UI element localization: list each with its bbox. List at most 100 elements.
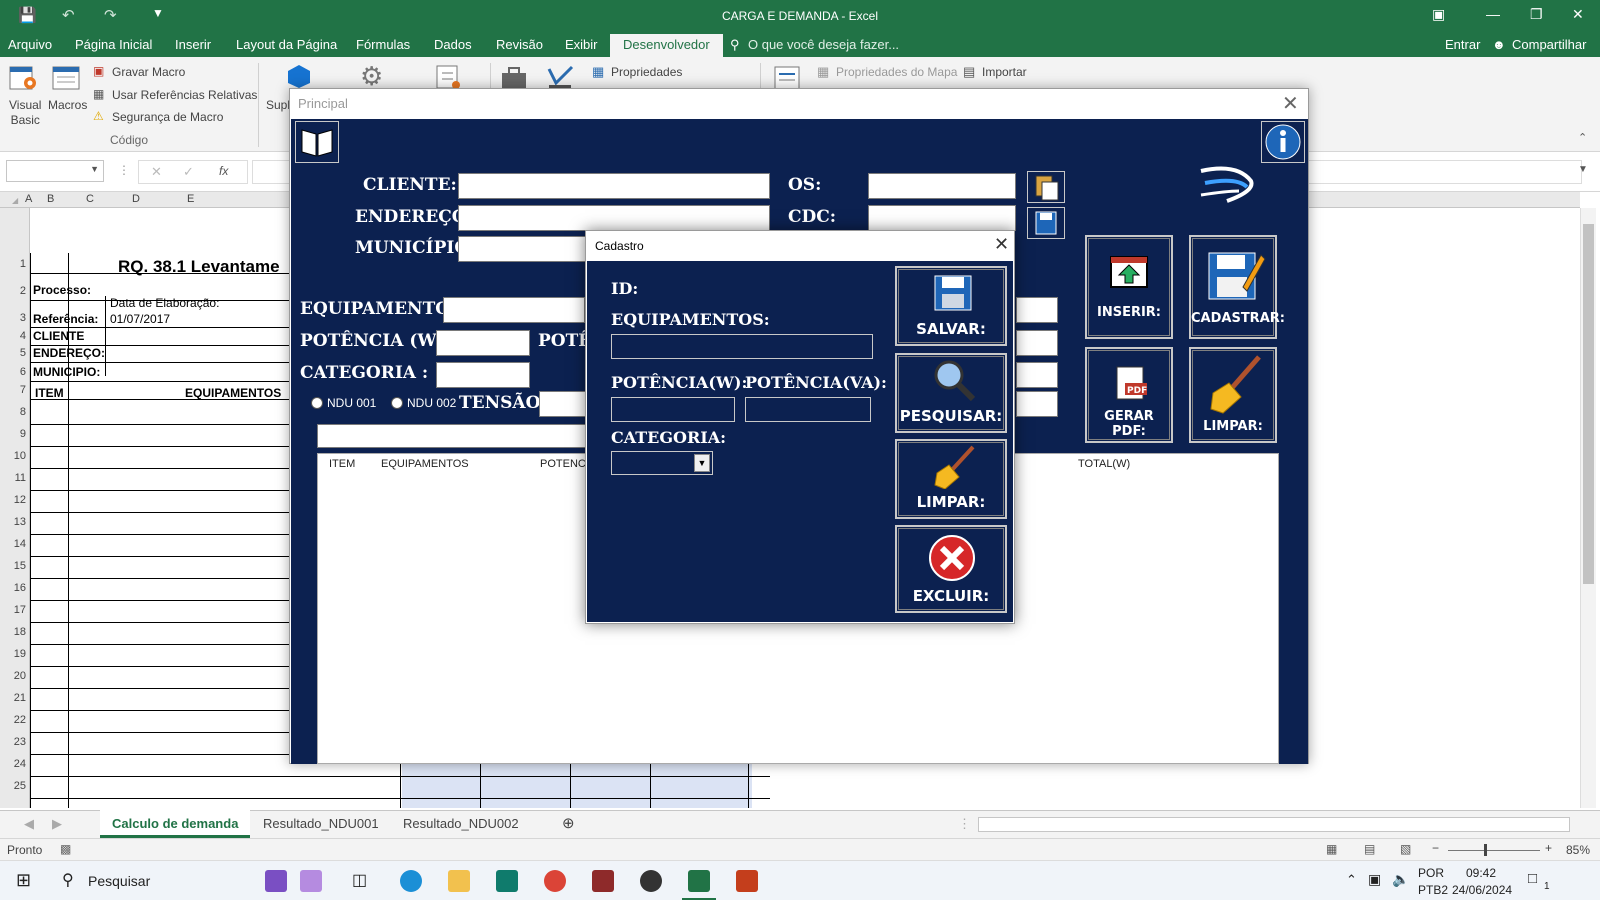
close-window-icon[interactable]: ✕ bbox=[1572, 6, 1584, 23]
principal-close-icon[interactable]: ✕ bbox=[1282, 91, 1299, 116]
limpar-button[interactable]: LIMPAR: bbox=[895, 439, 1007, 519]
page-break-view-icon[interactable]: ▧ bbox=[1400, 842, 1411, 856]
visual-basic-icon[interactable] bbox=[8, 63, 40, 93]
list-header-item[interactable]: ITEM bbox=[329, 458, 355, 470]
tab-exibir[interactable]: Exibir bbox=[565, 37, 598, 52]
inserir-button[interactable]: INSERIR: bbox=[1085, 235, 1173, 339]
media-player-icon[interactable] bbox=[640, 870, 662, 892]
network-icon[interactable]: ▣ bbox=[1368, 871, 1381, 888]
name-box[interactable]: ▼ bbox=[6, 160, 104, 182]
tab-revisao[interactable]: Revisão bbox=[496, 37, 543, 52]
restore-icon[interactable]: ❐ bbox=[1530, 6, 1543, 23]
radio-ndu002[interactable] bbox=[391, 397, 403, 409]
zoom-slider[interactable] bbox=[1448, 850, 1540, 851]
import-button[interactable]: Importar bbox=[982, 65, 1027, 79]
row-header[interactable]: 23 bbox=[0, 736, 26, 748]
sheet-tab-resultado-ndu002[interactable]: Resultado_NDU002 bbox=[403, 816, 519, 831]
cadastrar-button[interactable]: CADASTRAR: bbox=[1189, 235, 1285, 339]
sign-in-link[interactable]: Entrar bbox=[1445, 37, 1480, 52]
app-icon[interactable] bbox=[496, 870, 518, 892]
row-header[interactable]: 15 bbox=[0, 560, 26, 572]
column-header-b[interactable]: B bbox=[47, 193, 54, 205]
macros-button[interactable]: Macros bbox=[48, 98, 87, 112]
task-view-icon[interactable]: ◫ bbox=[352, 870, 367, 890]
os-input[interactable] bbox=[868, 173, 1016, 199]
column-header-e[interactable]: E bbox=[187, 193, 194, 205]
volume-icon[interactable]: 🔈 bbox=[1392, 871, 1409, 888]
tell-me-search[interactable]: O que você deseja fazer... bbox=[748, 37, 899, 52]
design-mode-icon[interactable] bbox=[546, 63, 576, 91]
column-header-d[interactable]: D bbox=[132, 193, 140, 205]
tab-layout-pagina[interactable]: Layout da Página bbox=[236, 37, 337, 52]
notification-icon[interactable]: □ bbox=[1528, 870, 1537, 887]
info-icon[interactable] bbox=[1261, 121, 1305, 163]
row-header[interactable]: 25 bbox=[0, 780, 26, 792]
addins-icon[interactable] bbox=[286, 63, 312, 89]
visual-basic-button[interactable]: Visual Basic bbox=[9, 98, 41, 128]
zoom-slider-thumb[interactable] bbox=[1484, 844, 1487, 856]
gerar-pdf-button[interactable]: PDF GERAR PDF: bbox=[1085, 347, 1173, 443]
row-header[interactable]: 20 bbox=[0, 670, 26, 682]
prev-sheet-icon[interactable]: ◀ bbox=[24, 816, 34, 832]
endereco-input[interactable] bbox=[458, 205, 770, 231]
right-input-3[interactable] bbox=[1016, 362, 1058, 388]
equipamentos-input[interactable] bbox=[443, 297, 585, 323]
winrar-icon[interactable] bbox=[592, 870, 614, 892]
cdc-input[interactable] bbox=[868, 205, 1016, 231]
map-properties-button[interactable]: Propriedades do Mapa bbox=[836, 65, 957, 79]
minimize-icon[interactable]: — bbox=[1486, 6, 1500, 22]
row-header[interactable]: 8 bbox=[0, 406, 26, 418]
zoom-out-icon[interactable]: − bbox=[1432, 841, 1439, 855]
share-button[interactable]: Compartilhar bbox=[1512, 37, 1586, 52]
widget-icon[interactable] bbox=[265, 870, 287, 892]
edge-icon[interactable] bbox=[400, 870, 422, 892]
row-header[interactable]: 24 bbox=[0, 758, 26, 770]
powerpoint-icon[interactable] bbox=[736, 870, 758, 892]
relative-refs-button[interactable]: Usar Referências Relativas bbox=[112, 88, 257, 102]
record-macro-button[interactable]: Gravar Macro bbox=[112, 65, 185, 79]
categoria-input[interactable] bbox=[436, 362, 530, 388]
expand-formula-bar-icon[interactable]: ▼ bbox=[1578, 164, 1588, 175]
list-header-equipamentos[interactable]: EQUIPAMENTOS bbox=[381, 458, 469, 470]
column-header-a[interactable]: A bbox=[25, 193, 32, 205]
filter-input[interactable] bbox=[317, 424, 589, 448]
excel-icon[interactable] bbox=[688, 870, 710, 892]
clock-date[interactable]: 24/06/2024 bbox=[1452, 883, 1512, 897]
row-header[interactable]: 7 bbox=[0, 384, 26, 396]
collapse-ribbon-icon[interactable]: ⌃ bbox=[1578, 131, 1587, 144]
categoria-select[interactable]: ▼ bbox=[611, 451, 713, 475]
excluir-button[interactable]: EXCLUIR: bbox=[895, 525, 1007, 613]
pesquisar-button[interactable]: PESQUISAR: bbox=[895, 353, 1007, 433]
row-header[interactable]: 2 bbox=[0, 285, 26, 297]
cadastro-potencia-w-input[interactable] bbox=[611, 397, 735, 422]
right-input-1[interactable] bbox=[1016, 297, 1058, 323]
tensao-input[interactable] bbox=[539, 391, 589, 417]
keyboard-layout[interactable]: PTB2 bbox=[1418, 883, 1448, 897]
tab-inserir[interactable]: Inserir bbox=[175, 37, 211, 52]
save-small-button[interactable] bbox=[1027, 207, 1065, 239]
checklist-icon[interactable] bbox=[434, 63, 462, 91]
sheet-tab-resultado-ndu001[interactable]: Resultado_NDU001 bbox=[263, 816, 379, 831]
addins-button[interactable]: Supl bbox=[266, 98, 290, 112]
page-layout-view-icon[interactable]: ▤ bbox=[1364, 842, 1375, 856]
row-header[interactable]: 21 bbox=[0, 692, 26, 704]
scrollbar-thumb[interactable] bbox=[1583, 224, 1594, 584]
cadastro-close-icon[interactable]: ✕ bbox=[994, 234, 1009, 255]
macro-security-button[interactable]: Segurança de Macro bbox=[112, 110, 223, 124]
row-header[interactable]: 19 bbox=[0, 648, 26, 660]
tab-desenvolvedor[interactable]: Desenvolvedor bbox=[610, 34, 723, 57]
row-header[interactable]: 11 bbox=[0, 472, 26, 484]
list-header-total[interactable]: TOTAL(W) bbox=[1078, 458, 1130, 470]
next-sheet-icon[interactable]: ▶ bbox=[52, 816, 62, 832]
row-header[interactable]: 6 bbox=[0, 366, 26, 378]
zoom-level[interactable]: 85% bbox=[1566, 843, 1590, 857]
select-all-icon[interactable]: ◢ bbox=[12, 196, 18, 205]
row-header[interactable]: 10 bbox=[0, 450, 26, 462]
right-input-2[interactable] bbox=[1016, 330, 1058, 356]
row-header[interactable]: 22 bbox=[0, 714, 26, 726]
cadastro-potencia-va-input[interactable] bbox=[745, 397, 871, 422]
tab-pagina-inicial[interactable]: Página Inicial bbox=[75, 37, 152, 52]
file-explorer-icon[interactable] bbox=[448, 870, 470, 892]
vertical-scrollbar[interactable] bbox=[1580, 208, 1596, 808]
radio-ndu001[interactable] bbox=[311, 397, 323, 409]
